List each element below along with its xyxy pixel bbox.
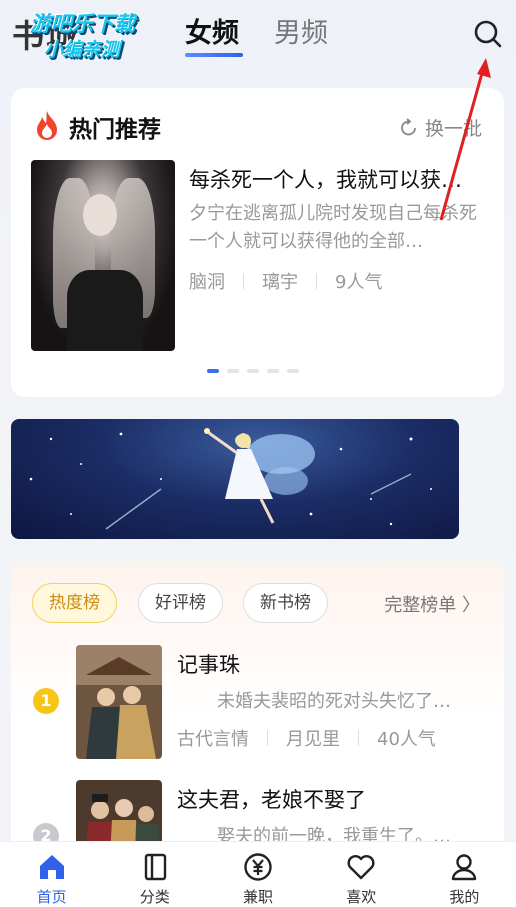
book-description: 夕宁在逃离孤儿院时发现自己每杀死一个人就可以获得他的全部… [189, 203, 477, 252]
full-list-link[interactable]: 完整榜单 〉 [384, 591, 480, 617]
nav-mine-label: 我的 [449, 888, 480, 906]
active-tab-indicator [185, 53, 243, 57]
yuan-icon [244, 853, 272, 881]
chip-new-rank[interactable]: 新书榜 [243, 583, 328, 623]
search-icon[interactable] [472, 18, 504, 50]
rank-tag-author: 月见里 [286, 729, 340, 750]
promo-banner[interactable] [11, 419, 459, 539]
rank-book-title[interactable]: 记事珠 [177, 649, 240, 679]
nav-parttime[interactable]: 兼职 [206, 842, 309, 907]
book-tag-popularity: 9人气 [335, 272, 383, 293]
watermark-line-2: 小编亲测 [44, 39, 121, 61]
watermark-logo: 书城 游吧乐下载 小编亲测 [10, 10, 150, 66]
book-tag-genre: 脑洞 [189, 272, 225, 293]
nav-favorite[interactable]: 喜欢 [310, 842, 413, 907]
hot-recommend-card: 热门推荐 换一批 每杀死一个人，我就可以获… 夕宁在逃离孤儿院时发现自己每杀死一… [11, 88, 504, 397]
carousel-dot [207, 369, 219, 373]
carousel-dots [207, 369, 299, 373]
book-title[interactable]: 每杀死一个人，我就可以获… [189, 164, 485, 194]
tab-male[interactable]: 男频 [274, 16, 328, 52]
user-icon [452, 854, 477, 881]
watermark-line-1: 游吧乐下载 [30, 12, 135, 36]
nav-category[interactable]: 分类 [103, 842, 206, 907]
rank-list-item[interactable]: 1 记事珠 未婚夫裴昭的死对头失忆了… 古代言情 月见里 40人气 [11, 645, 504, 765]
nav-favorite-label: 喜欢 [346, 888, 377, 906]
carousel-dot [227, 369, 239, 373]
rank-book-title[interactable]: 这夫君，老娘不娶了 [177, 784, 366, 814]
nav-parttime-label: 兼职 [243, 888, 274, 906]
book-cover[interactable] [31, 160, 175, 351]
book-tag-author: 璃宇 [262, 272, 298, 293]
nav-home-label: 首页 [36, 888, 67, 906]
carousel-dot [287, 369, 299, 373]
rank-tag-popularity: 40人气 [377, 729, 436, 750]
carousel-dot [267, 369, 279, 373]
rank-tag-genre: 古代言情 [177, 729, 249, 750]
rank-book-desc: 未婚夫裴昭的死对头失忆了… [217, 691, 451, 712]
fire-icon [37, 111, 57, 140]
chip-hot-rank[interactable]: 热度榜 [32, 583, 117, 623]
nav-mine[interactable]: 我的 [413, 842, 516, 907]
bottom-nav: 首页 分类 兼职 喜欢 我的 [0, 841, 516, 907]
rank-book-meta: 古代言情 月见里 40人气 [177, 725, 436, 751]
rank-badge: 1 [33, 688, 59, 714]
banner-gap [459, 419, 505, 539]
heart-icon [347, 855, 375, 880]
nav-category-label: 分类 [139, 888, 170, 906]
nav-home[interactable]: 首页 [0, 842, 103, 907]
book-meta: 脑洞 璃宇 9人气 [189, 268, 382, 294]
category-icon [144, 853, 166, 881]
rank-book-cover[interactable] [76, 645, 162, 759]
carousel-dot [247, 369, 259, 373]
refresh-button[interactable]: 换一批 [399, 114, 482, 141]
fairy-illustration [29, 428, 432, 530]
refresh-icon [401, 117, 416, 135]
top-header: 书城 游吧乐下载 小编亲测 女频 男频 [0, 0, 516, 72]
chip-good-rank[interactable]: 好评榜 [138, 583, 223, 623]
tab-female[interactable]: 女频 [185, 16, 239, 52]
home-icon [39, 855, 64, 879]
refresh-label: 换一批 [424, 118, 482, 140]
hot-recommend-title: 热门推荐 [69, 117, 161, 143]
